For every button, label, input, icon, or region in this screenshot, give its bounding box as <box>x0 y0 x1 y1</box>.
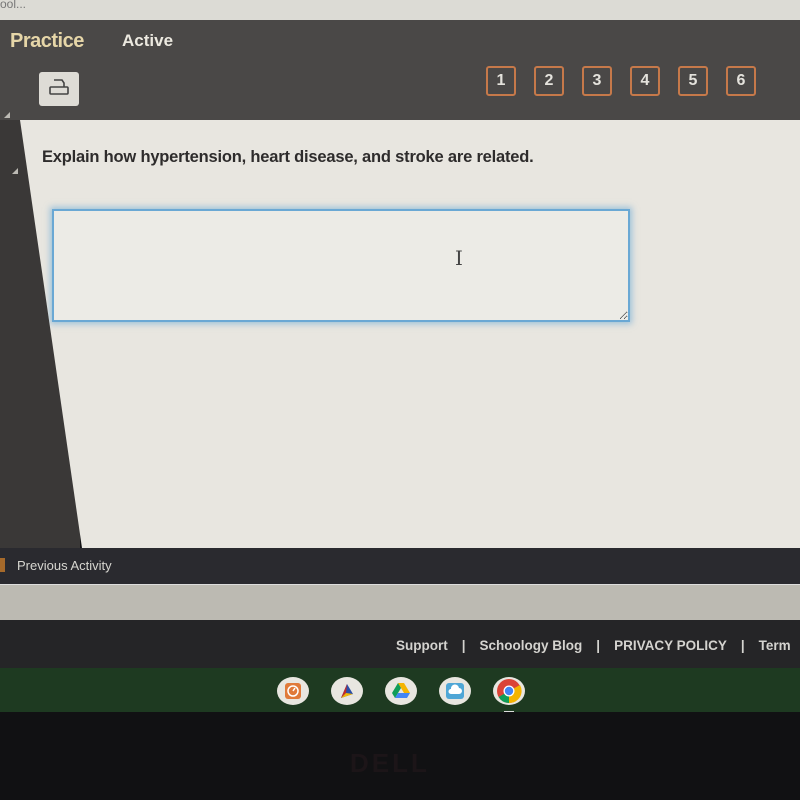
site-footer: Support | Schoology Blog | PRIVACY POLIC… <box>0 620 800 670</box>
brand-logo: DELL <box>350 748 430 778</box>
answer-textarea[interactable] <box>52 209 630 322</box>
kite-app-icon[interactable] <box>331 677 363 705</box>
footer-separator: | <box>740 638 745 653</box>
question-nav-5[interactable]: 5 <box>678 66 708 96</box>
cloud-app-icon[interactable] <box>439 677 471 705</box>
browser-tab-strip: ool... <box>0 0 800 20</box>
question-panel: Explain how hypertension, heart disease,… <box>20 120 800 548</box>
collapse-arrow-icon[interactable] <box>4 112 10 118</box>
print-button[interactable] <box>39 72 79 106</box>
previous-arrow-icon <box>0 558 5 572</box>
footer-separator: | <box>461 638 466 653</box>
monitor-bezel: DELL <box>0 712 800 800</box>
question-nav-2[interactable]: 2 <box>534 66 564 96</box>
status-label: Active <box>122 31 174 50</box>
footer-link-terms[interactable]: Term <box>759 638 791 653</box>
question-navigator: 1 2 3 4 5 6 <box>486 66 756 96</box>
printer-icon <box>48 78 70 101</box>
browser-tab-title[interactable]: ool... <box>0 0 26 11</box>
footer-link-support[interactable]: Support <box>396 638 448 653</box>
question-nav-4[interactable]: 4 <box>630 66 660 96</box>
activity-nav-bar: Previous Activity <box>0 548 800 584</box>
footer-separator: | <box>596 638 601 653</box>
previous-activity-link[interactable]: Previous Activity <box>17 558 112 573</box>
question-nav-1[interactable]: 1 <box>486 66 516 96</box>
page-spacer <box>0 584 800 621</box>
text-cursor-icon: I <box>455 246 463 270</box>
assessment-header: Practice Active 1 2 3 4 5 6 <box>0 20 800 120</box>
chrome-icon[interactable] <box>493 677 525 713</box>
question-nav-3[interactable]: 3 <box>582 66 612 96</box>
question-nav-6[interactable]: 6 <box>726 66 756 96</box>
clock-app-icon[interactable] <box>277 677 309 705</box>
resize-arrow-icon[interactable] <box>12 168 18 174</box>
assessment-title: Practice <box>10 30 84 52</box>
footer-link-blog[interactable]: Schoology Blog <box>480 638 583 653</box>
google-drive-icon[interactable] <box>385 677 417 705</box>
os-shelf <box>0 668 800 713</box>
question-prompt: Explain how hypertension, heart disease,… <box>42 148 534 166</box>
footer-link-privacy[interactable]: PRIVACY POLICY <box>614 638 727 653</box>
